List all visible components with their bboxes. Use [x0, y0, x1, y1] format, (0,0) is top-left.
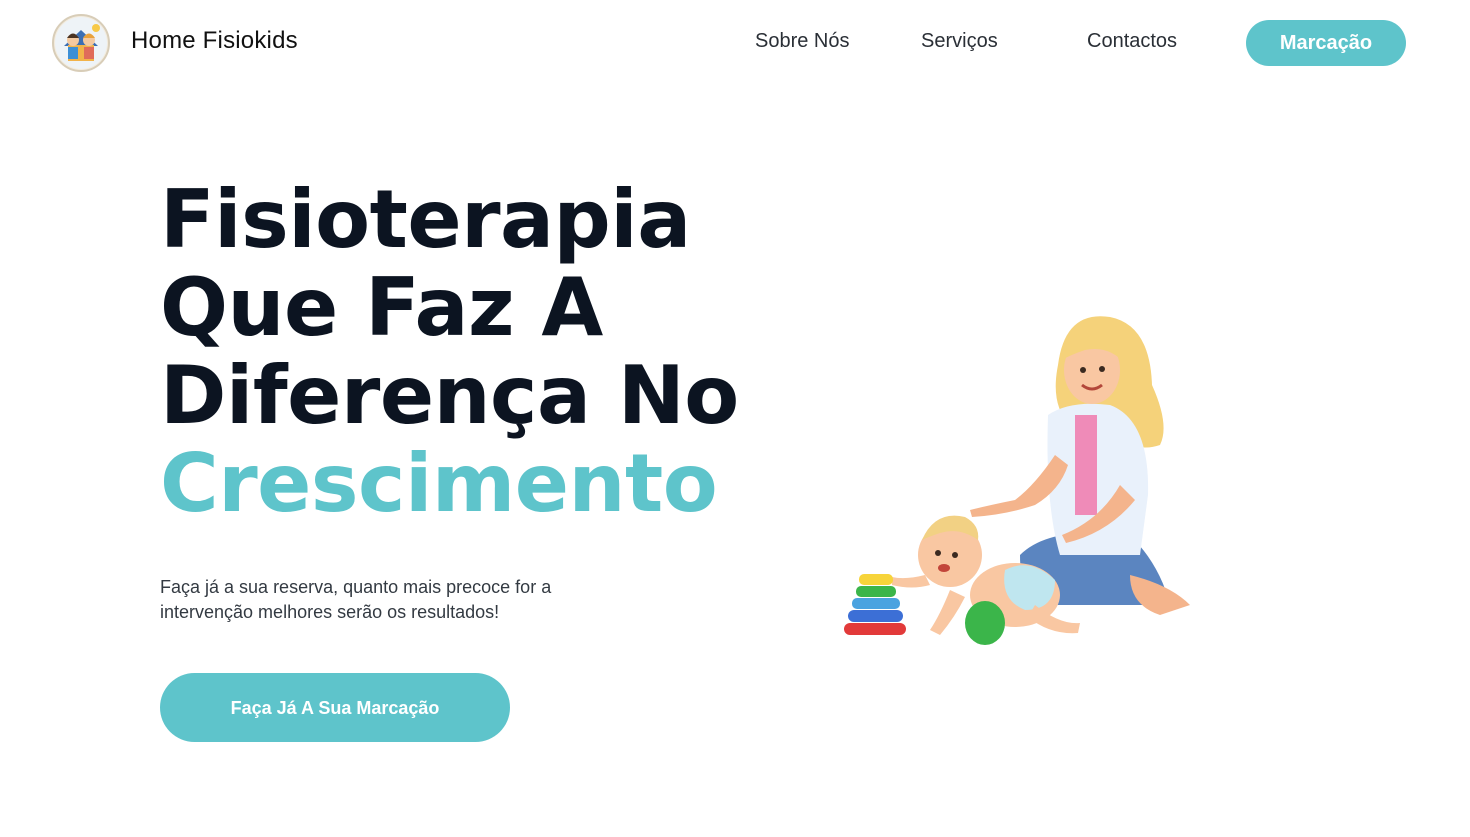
marcacao-button[interactable]: Marcação — [1246, 20, 1406, 66]
hero-title: Fisioterapia Que Faz A Diferença No Cres… — [160, 176, 739, 528]
hero-title-line: Fisioterapia — [160, 173, 691, 266]
nav-link-sobre-nos[interactable]: Sobre Nós — [755, 30, 850, 53]
hero-subtitle: Faça já a sua reserva, quanto mais preco… — [160, 575, 630, 625]
site-header: Home Fisiokids Sobre Nós Serviços Contac… — [0, 0, 1470, 86]
hero-subtitle-line: Faça já a sua reserva, quanto mais preco… — [160, 577, 552, 597]
brand-logo-icon[interactable] — [52, 14, 110, 72]
brand-name[interactable]: Home Fisiokids — [131, 27, 298, 55]
nav-link-contactos[interactable]: Contactos — [1087, 30, 1177, 53]
hero-subtitle-line: intervenção melhores serão os resultados… — [160, 602, 500, 622]
therapist-with-crawling-baby-illustration-icon — [844, 316, 1190, 645]
hero-title-accent: Crescimento — [160, 437, 718, 530]
hero-title-line: Diferença No — [160, 349, 739, 442]
therapist-baby-illustration — [830, 305, 1210, 655]
family-house-logo-icon — [55, 17, 107, 69]
book-appointment-button[interactable]: Faça Já A Sua Marcação — [160, 673, 510, 742]
hero-title-line: Que Faz A — [160, 261, 603, 354]
nav-link-servicos[interactable]: Serviços — [921, 30, 998, 53]
